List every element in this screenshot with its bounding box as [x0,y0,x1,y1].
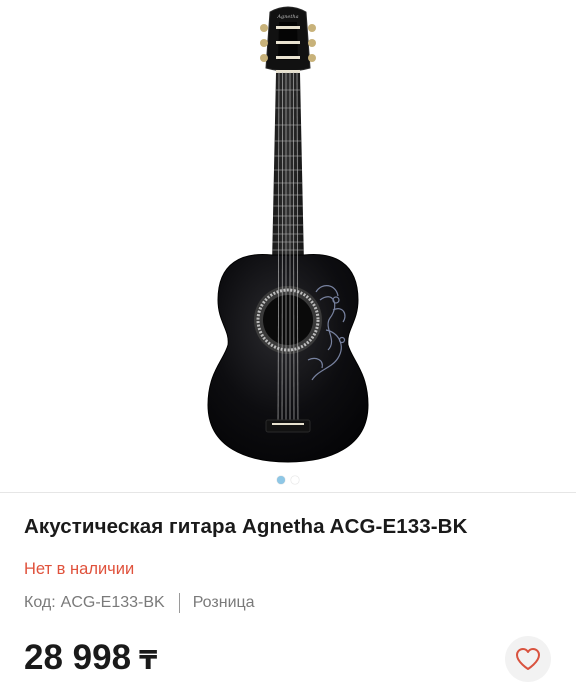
product-code: ACG-E133-BK [60,594,165,611]
wishlist-button[interactable] [505,636,551,682]
gallery-dot-1[interactable] [277,476,285,484]
product-meta: Код: ACG-E133-BK Розница [24,593,255,613]
price-value: 28 998 [24,638,132,677]
product-title: Акустическая гитара Agnetha ACG-E133-BK [24,515,468,538]
product-image: Agnetha [207,6,369,463]
svg-text:Agnetha: Agnetha [276,14,298,20]
gallery-dot-2[interactable] [291,476,299,484]
heart-outline-icon [516,648,540,670]
gallery-pagination [0,476,576,484]
product-gallery[interactable]: Agnetha [0,0,576,492]
availability-status: Нет в наличии [24,560,135,578]
meta-separator [178,593,180,613]
sales-channel: Розница [192,594,255,611]
product-page: Agnetha Акустическая гитара Agnetha ACG-… [0,0,576,700]
product-info: Акустическая гитара Agnetha ACG-E133-BK … [0,493,576,700]
price-currency: ₸ [139,645,158,675]
product-price: 28 998 ₸ [24,638,157,678]
product-code-label: Код: [24,594,56,611]
